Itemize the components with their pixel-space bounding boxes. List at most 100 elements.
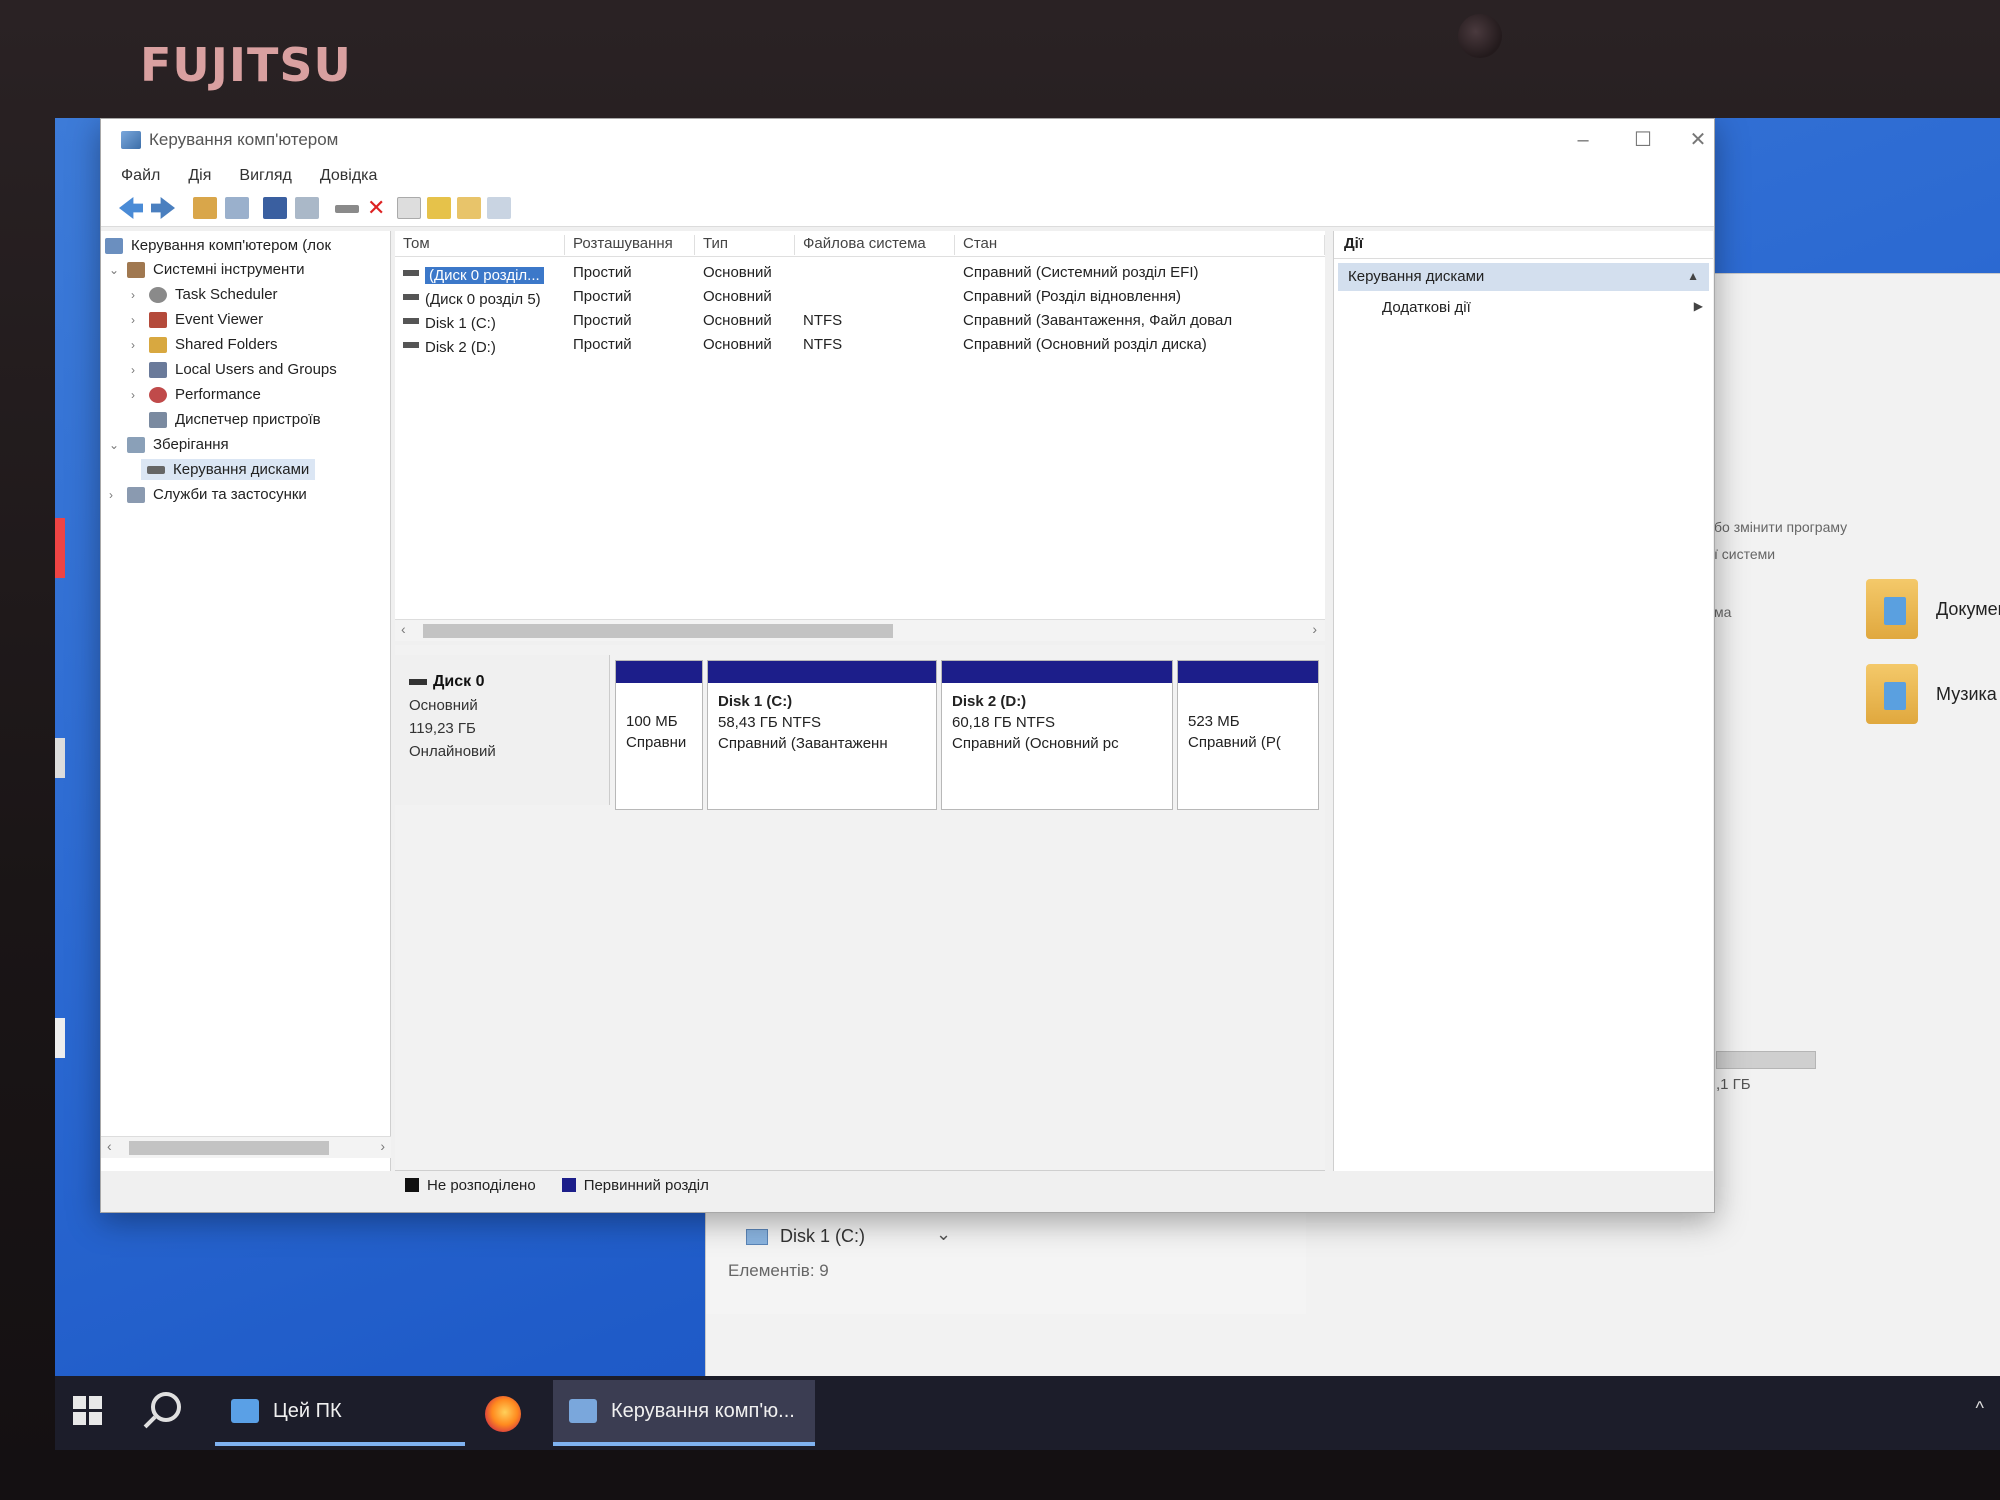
volume-status: Справний (Розділ відновлення) bbox=[963, 288, 1181, 305]
column-header-volume[interactable]: Том bbox=[395, 235, 565, 255]
volume-status: Справний (Завантаження, Файл довал bbox=[963, 312, 1233, 329]
folder-music[interactable]: Музика bbox=[1866, 664, 1997, 724]
partition-efi[interactable]: 100 МБ Справни bbox=[615, 660, 703, 810]
up-folder-icon[interactable] bbox=[193, 197, 217, 219]
partition-size: 58,43 ГБ NTFS bbox=[718, 714, 822, 731]
partition-c[interactable]: Disk 1 (C:) 58,43 ГБ NTFS Справний (Зава… bbox=[707, 660, 937, 810]
scroll-left-icon[interactable]: ‹ bbox=[401, 621, 406, 637]
clock-icon bbox=[149, 286, 167, 303]
scroll-left-icon[interactable]: ‹ bbox=[107, 1138, 112, 1154]
menu-file[interactable]: Файл bbox=[121, 161, 160, 191]
tree-label: Керування комп'ютером (лок bbox=[131, 237, 332, 254]
column-header-type[interactable]: Тип bbox=[695, 235, 795, 255]
help-icon[interactable] bbox=[263, 197, 287, 219]
tree-item-shared-folders[interactable]: › Shared Folders bbox=[131, 336, 278, 353]
more-actions[interactable]: Додаткові дії bbox=[1382, 299, 1471, 316]
column-header-layout[interactable]: Розташування bbox=[565, 235, 695, 255]
tree-label: Служби та застосунки bbox=[153, 486, 307, 503]
menu-help[interactable]: Довідка bbox=[320, 161, 378, 191]
volume-name: (Диск 0 розділ... bbox=[425, 267, 544, 284]
actions-section-disk-management[interactable]: Керування дисками ▲ bbox=[1338, 263, 1709, 291]
desktop-icon[interactable] bbox=[55, 518, 65, 578]
disk-icon bbox=[403, 294, 419, 301]
chevron-right-icon[interactable]: › bbox=[131, 338, 141, 352]
partition-status: Справний (Основний рс bbox=[952, 735, 1119, 752]
properties-icon[interactable] bbox=[397, 197, 421, 219]
column-header-status[interactable]: Стан bbox=[955, 235, 1325, 255]
tree-label: Performance bbox=[175, 386, 261, 403]
maximize-button[interactable]: ☐ bbox=[1616, 123, 1670, 157]
title-bar[interactable]: Керування комп'ютером – ☐ ✕ bbox=[101, 119, 1714, 161]
volume-horizontal-scrollbar[interactable]: ‹ › bbox=[395, 619, 1325, 641]
taskbar-this-pc[interactable]: Цей ПК bbox=[215, 1380, 465, 1446]
taskbar-label: Керування комп'ю... bbox=[611, 1399, 795, 1422]
firefox-icon[interactable] bbox=[485, 1396, 521, 1432]
minimize-button[interactable]: – bbox=[1556, 123, 1610, 157]
search-icon[interactable] bbox=[151, 1392, 181, 1422]
partition-d[interactable]: Disk 2 (D:) 60,18 ГБ NTFS Справний (Осно… bbox=[941, 660, 1173, 810]
tree-item-system-tools[interactable]: ⌄ Системні інструменти bbox=[109, 261, 305, 278]
tree-item-event-viewer[interactable]: › Event Viewer bbox=[131, 311, 263, 328]
chevron-down-icon[interactable]: ⌄ bbox=[936, 1224, 951, 1245]
chevron-down-icon[interactable]: ⌄ bbox=[109, 438, 119, 452]
tree-item-storage[interactable]: ⌄ Зберігання bbox=[109, 436, 229, 453]
view-icon[interactable] bbox=[295, 197, 319, 219]
table-row[interactable]: (Диск 0 розділ 5) Простий Основний Справ… bbox=[395, 285, 1325, 309]
folder-documents[interactable]: Документи bbox=[1866, 579, 2000, 639]
forward-icon[interactable] bbox=[151, 197, 175, 219]
chevron-right-icon[interactable]: › bbox=[131, 313, 141, 327]
back-icon[interactable] bbox=[119, 197, 143, 219]
folder-label: Документи bbox=[1936, 598, 2000, 619]
tree-root[interactable]: Керування комп'ютером (лок bbox=[105, 237, 331, 254]
console-tree: Керування комп'ютером (лок ⌄ Системні ін… bbox=[101, 231, 391, 1171]
chevron-right-icon[interactable]: › bbox=[131, 288, 141, 302]
partition-status: Справний (Р( bbox=[1188, 734, 1281, 751]
open-icon[interactable] bbox=[427, 197, 451, 219]
menu-view[interactable]: Вигляд bbox=[239, 161, 291, 191]
table-row[interactable]: (Диск 0 розділ... Простий Основний Справ… bbox=[395, 261, 1325, 285]
scroll-thumb[interactable] bbox=[423, 624, 893, 638]
desktop-icon[interactable] bbox=[55, 1018, 65, 1058]
disk-icon bbox=[403, 342, 419, 349]
scroll-right-icon[interactable]: › bbox=[380, 1138, 385, 1154]
folder-icon[interactable] bbox=[457, 197, 481, 219]
menu-action[interactable]: Дія bbox=[188, 161, 211, 191]
tree-item-device-manager[interactable]: Диспетчер пристроїв bbox=[149, 411, 321, 428]
desktop-icon[interactable] bbox=[55, 738, 65, 778]
volume-fs: NTFS bbox=[803, 312, 843, 329]
tree-item-performance[interactable]: › Performance bbox=[131, 386, 261, 403]
chevron-down-icon[interactable]: ⌄ bbox=[109, 263, 119, 277]
collapse-icon[interactable]: ▲ bbox=[1687, 269, 1699, 283]
screen: бо змінити програму ї системи ма Докумен… bbox=[55, 118, 2000, 1450]
chevron-right-icon[interactable]: ▶ bbox=[1694, 299, 1703, 313]
connect-icon[interactable] bbox=[335, 205, 359, 213]
partition-recovery[interactable]: 523 МБ Справний (Р( bbox=[1177, 660, 1319, 810]
scroll-right-icon[interactable]: › bbox=[1312, 621, 1317, 637]
tree-item-services[interactable]: › Служби та застосунки bbox=[109, 486, 307, 503]
disk-state: Онлайновий bbox=[409, 743, 496, 760]
tree-item-local-users[interactable]: › Local Users and Groups bbox=[131, 361, 337, 378]
computer-management-icon bbox=[105, 237, 123, 254]
close-button[interactable]: ✕ bbox=[1671, 123, 1725, 157]
start-button[interactable] bbox=[73, 1396, 103, 1426]
chevron-right-icon[interactable]: › bbox=[131, 363, 141, 377]
volume-type: Основний bbox=[703, 288, 772, 305]
tree-item-task-scheduler[interactable]: › Task Scheduler bbox=[131, 286, 278, 303]
drive-selector[interactable]: Disk 1 (C:) bbox=[746, 1226, 865, 1247]
column-header-filesystem[interactable]: Файлова система bbox=[795, 235, 955, 255]
delete-icon[interactable]: ✕ bbox=[367, 197, 391, 219]
volume-list-header: Том Розташування Тип Файлова система Ста… bbox=[395, 231, 1325, 257]
tree-horizontal-scrollbar[interactable]: ‹ › bbox=[101, 1136, 391, 1158]
table-row[interactable]: Disk 1 (C:) Простий Основний NTFS Справн… bbox=[395, 309, 1325, 333]
panel-icon[interactable] bbox=[487, 197, 511, 219]
tree-item-disk-management[interactable]: Керування дисками bbox=[141, 459, 316, 480]
scroll-thumb[interactable] bbox=[129, 1141, 329, 1155]
tree-label: Task Scheduler bbox=[175, 286, 278, 303]
chevron-right-icon[interactable]: › bbox=[131, 388, 141, 402]
table-row[interactable]: Disk 2 (D:) Простий Основний NTFS Справн… bbox=[395, 333, 1325, 357]
console-tree-icon[interactable] bbox=[225, 197, 249, 219]
disk-0-info[interactable]: Диск 0 Основний 119,23 ГБ Онлайновий bbox=[395, 655, 610, 805]
taskbar-computer-management[interactable]: Керування комп'ю... bbox=[553, 1380, 815, 1446]
chevron-right-icon[interactable]: › bbox=[109, 488, 119, 502]
tray-chevron-up-icon[interactable]: ^ bbox=[1976, 1398, 1984, 1419]
